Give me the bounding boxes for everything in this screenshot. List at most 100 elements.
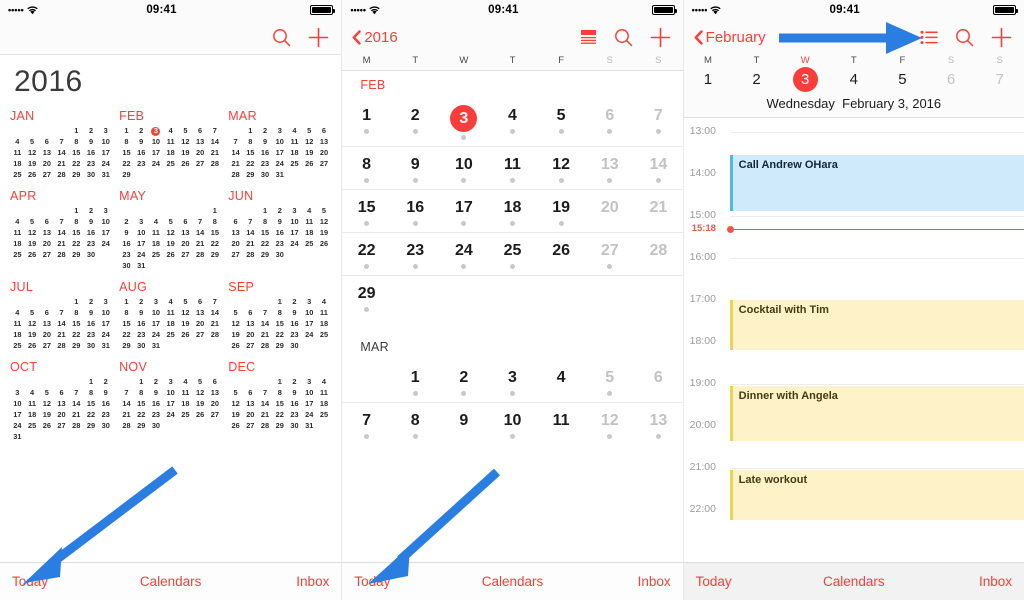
- mini-day[interactable]: 19: [25, 330, 40, 340]
- mini-day[interactable]: 18: [163, 148, 178, 158]
- mini-day[interactable]: 5: [25, 217, 40, 227]
- day-cell[interactable]: 3: [488, 367, 537, 396]
- mini-day[interactable]: 14: [258, 319, 273, 329]
- day-cell[interactable]: 23: [391, 240, 440, 269]
- mini-day[interactable]: 2: [272, 206, 287, 216]
- mini-day[interactable]: 6: [39, 137, 54, 147]
- mini-day[interactable]: 2: [287, 377, 302, 387]
- mini-day[interactable]: 26: [193, 410, 208, 420]
- mini-day[interactable]: 28: [193, 250, 208, 260]
- mini-day[interactable]: 30: [134, 341, 149, 351]
- mini-day[interactable]: 10: [287, 217, 302, 227]
- mini-day[interactable]: 25: [302, 239, 317, 249]
- mini-day[interactable]: 16: [258, 148, 273, 158]
- mini-day[interactable]: 25: [163, 330, 178, 340]
- mini-day[interactable]: 10: [98, 308, 113, 318]
- mini-day[interactable]: 27: [243, 341, 258, 351]
- mini-day[interactable]: 14: [54, 148, 69, 158]
- mini-day[interactable]: 3: [302, 377, 317, 387]
- mini-day[interactable]: 13: [228, 228, 243, 238]
- mini-day[interactable]: 26: [25, 250, 40, 260]
- mini-day[interactable]: 12: [317, 217, 332, 227]
- mini-day[interactable]: 24: [149, 159, 164, 169]
- mini-day[interactable]: 26: [302, 159, 317, 169]
- mini-day[interactable]: 4: [317, 377, 332, 387]
- mini-day[interactable]: 4: [10, 137, 25, 147]
- mini-day[interactable]: 5: [317, 206, 332, 216]
- mini-day[interactable]: 7: [207, 297, 222, 307]
- mini-day[interactable]: 18: [317, 399, 332, 409]
- mini-day[interactable]: 29: [69, 250, 84, 260]
- mini-day[interactable]: 5: [178, 297, 193, 307]
- mini-day[interactable]: 18: [25, 410, 40, 420]
- mini-day[interactable]: 11: [178, 388, 193, 398]
- mini-day[interactable]: 18: [302, 228, 317, 238]
- mini-day[interactable]: 9: [287, 308, 302, 318]
- mini-day[interactable]: 28: [54, 250, 69, 260]
- mini-day[interactable]: 7: [54, 137, 69, 147]
- search-icon[interactable]: [955, 28, 974, 47]
- mini-day[interactable]: 22: [243, 159, 258, 169]
- mini-day[interactable]: 22: [119, 330, 134, 340]
- mini-day[interactable]: 6: [207, 377, 222, 387]
- calendar-event[interactable]: Call Andrew OHara: [729, 155, 1024, 211]
- mini-day[interactable]: 5: [39, 388, 54, 398]
- mini-day[interactable]: 16: [149, 399, 164, 409]
- mini-month-dec[interactable]: DEC...1234567891011121314151617181920212…: [228, 360, 331, 442]
- search-icon[interactable]: [614, 28, 633, 47]
- mini-day[interactable]: 17: [149, 148, 164, 158]
- mini-day[interactable]: 20: [39, 239, 54, 249]
- mini-day[interactable]: 8: [69, 137, 84, 147]
- mini-day[interactable]: 1: [119, 126, 134, 136]
- mini-day[interactable]: 7: [258, 388, 273, 398]
- mini-day[interactable]: 1: [69, 297, 84, 307]
- mini-day[interactable]: 1: [119, 297, 134, 307]
- mini-day[interactable]: 29: [258, 250, 273, 260]
- day-cell[interactable]: 17: [440, 197, 489, 226]
- mini-day[interactable]: 5: [302, 126, 317, 136]
- mini-day[interactable]: 18: [149, 239, 164, 249]
- mini-day[interactable]: 23: [287, 410, 302, 420]
- mini-day[interactable]: 10: [98, 217, 113, 227]
- mini-day[interactable]: 15: [69, 148, 84, 158]
- mini-day[interactable]: 8: [134, 388, 149, 398]
- mini-day[interactable]: 22: [69, 159, 84, 169]
- mini-day[interactable]: 26: [178, 159, 193, 169]
- day-cell[interactable]: 11: [488, 154, 537, 183]
- mini-day[interactable]: 1: [272, 377, 287, 387]
- mini-day[interactable]: 1: [272, 297, 287, 307]
- mini-day[interactable]: 20: [54, 410, 69, 420]
- mini-day[interactable]: 25: [317, 410, 332, 420]
- mini-month-aug[interactable]: AUG 1 2 3 4 5 6 7 8 9 10 11 12 13 14 15 16 17 18 19 20 21 22 23…: [119, 280, 222, 351]
- mini-day[interactable]: 8: [69, 217, 84, 227]
- mini-day[interactable]: 24: [149, 330, 164, 340]
- mini-day[interactable]: 30: [84, 170, 99, 180]
- mini-day[interactable]: 23: [258, 159, 273, 169]
- mini-day[interactable]: 3: [98, 297, 113, 307]
- mini-day[interactable]: 30: [149, 421, 164, 431]
- day-cell[interactable]: 29: [342, 283, 391, 312]
- mini-day[interactable]: 8: [272, 308, 287, 318]
- mini-day[interactable]: 26: [228, 421, 243, 431]
- mini-day[interactable]: 27: [317, 159, 332, 169]
- mini-day[interactable]: 15: [272, 399, 287, 409]
- mini-day[interactable]: 20: [243, 410, 258, 420]
- mini-day[interactable]: 8: [84, 388, 99, 398]
- tab-inbox[interactable]: Inbox: [229, 574, 342, 589]
- day-cell[interactable]: 1: [391, 367, 440, 396]
- mini-month-jul[interactable]: JUL....123456789101112131415161718192021…: [10, 280, 113, 351]
- mini-day[interactable]: 4: [287, 126, 302, 136]
- mini-day[interactable]: 18: [10, 330, 25, 340]
- mini-day[interactable]: 13: [178, 228, 193, 238]
- tab-calendars[interactable]: Calendars: [455, 574, 571, 589]
- mini-day[interactable]: 10: [302, 308, 317, 318]
- mini-month-oct[interactable]: OCT.....12345678910111213141516171819202…: [10, 360, 113, 442]
- mini-day[interactable]: 10: [272, 137, 287, 147]
- mini-day[interactable]: 17: [302, 399, 317, 409]
- mini-day[interactable]: 25: [149, 250, 164, 260]
- mini-day[interactable]: 6: [193, 126, 208, 136]
- mini-day[interactable]: 16: [134, 319, 149, 329]
- mini-day[interactable]: 30: [84, 250, 99, 260]
- day-cell[interactable]: 12: [585, 410, 634, 439]
- day-cell[interactable]: 21: [634, 197, 683, 226]
